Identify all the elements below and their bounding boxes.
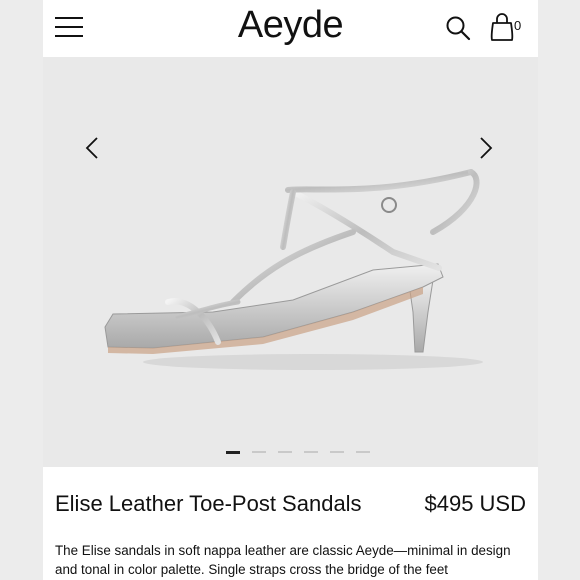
search-icon[interactable]: [445, 15, 471, 41]
carousel-dot-5[interactable]: [330, 451, 344, 453]
carousel-pagination: [226, 451, 371, 455]
product-description: The Elise sandals in soft nappa leather …: [55, 543, 511, 577]
site-header: Aeyde 0: [43, 0, 538, 57]
product-image-sandal: [104, 169, 483, 370]
carousel-dot-4[interactable]: [304, 451, 318, 453]
product-price: $495 USD: [424, 491, 526, 516]
shopping-bag-icon[interactable]: [489, 12, 515, 42]
carousel-dot-2[interactable]: [252, 451, 266, 453]
cart-count-badge: 0: [514, 18, 522, 33]
carousel-dot-3[interactable]: [278, 451, 292, 453]
carousel-dot-6[interactable]: [356, 451, 370, 453]
carousel-dot-1[interactable]: [226, 451, 240, 454]
phone-screen: Aeyde 0 Elise Leather Toe-Post Sandals $…: [43, 0, 538, 580]
product-title: Elise Leather Toe-Post Sandals: [55, 491, 362, 516]
product-image-carousel[interactable]: [43, 57, 538, 467]
product-info: Elise Leather Toe-Post Sandals $495 USD …: [43, 467, 538, 580]
